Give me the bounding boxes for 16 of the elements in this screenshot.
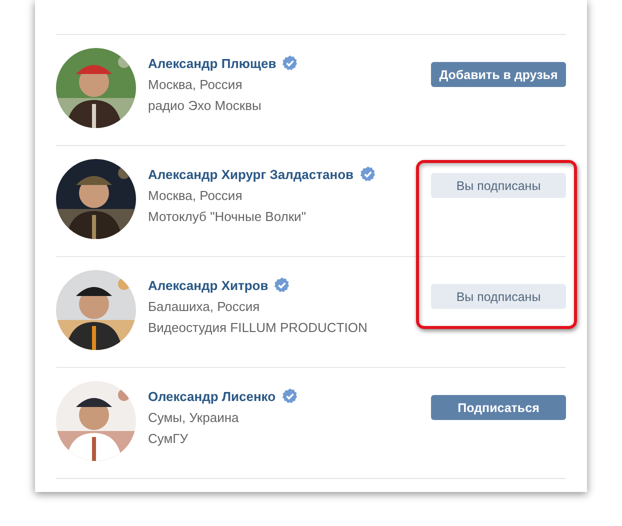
about-text: Видеостудия FILLUM PRODUCTION <box>148 320 368 335</box>
location-text: Сумы, Украина <box>148 410 240 425</box>
location-text: Москва, Россия <box>148 77 244 92</box>
location-text: Балашиха, Россия <box>148 299 261 314</box>
location-text: Москва, Россия <box>148 188 244 203</box>
about-text: СумГУ <box>148 431 189 446</box>
subscribed-button[interactable]: Вы подписаны <box>431 173 566 198</box>
person-name[interactable]: Олександр Лисенко <box>148 388 276 404</box>
person-name[interactable]: Александр Плющев <box>148 56 276 70</box>
person-name[interactable]: Александр Хирург Залдастанов <box>148 166 354 182</box>
subscribed-button[interactable]: Вы подписаны <box>431 284 566 309</box>
subscribe-button[interactable]: Добавить в друзья <box>431 62 566 87</box>
subscribe-button[interactable]: Подписаться <box>431 395 566 420</box>
about-text: радио Эхо Москвы <box>148 98 262 113</box>
person-name[interactable]: Александр Хитров <box>148 278 268 292</box>
about-text: Мотоклуб "Ночные Волки" <box>148 209 307 224</box>
